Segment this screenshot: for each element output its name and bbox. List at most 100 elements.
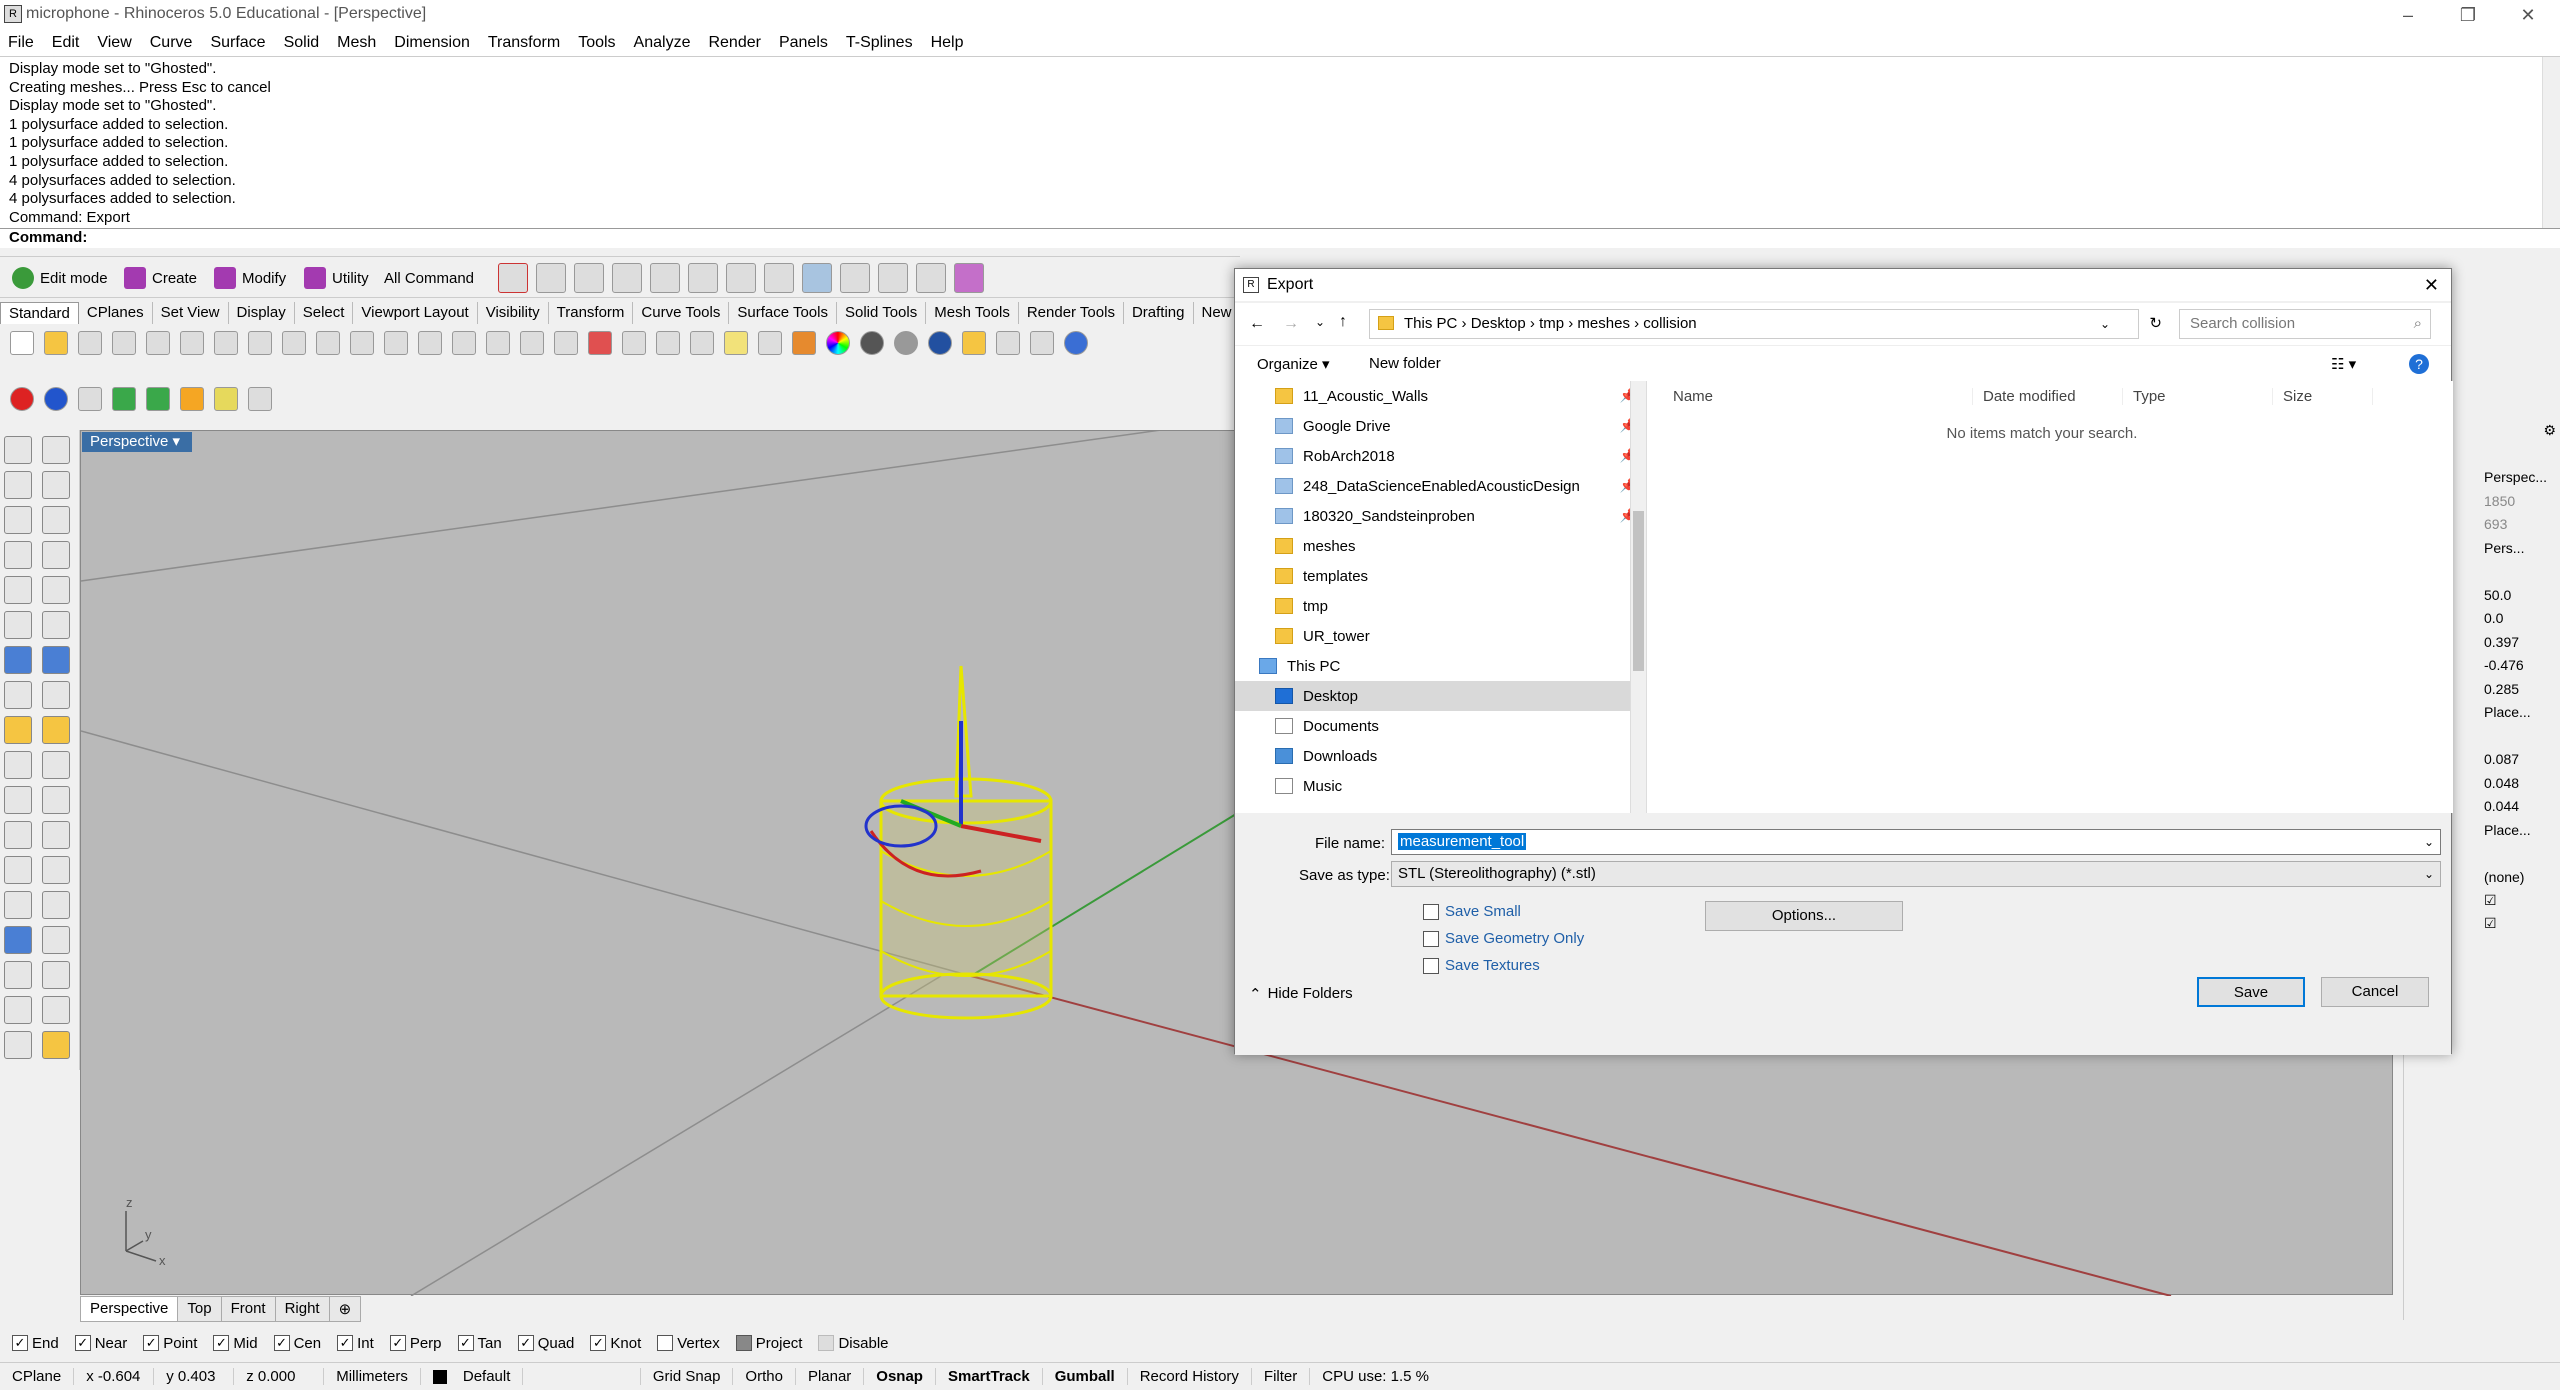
osnap-point[interactable]: ✓ Point [143, 1335, 197, 1352]
status-units[interactable]: Millimeters [324, 1368, 421, 1385]
tab-viewport-layout[interactable]: Viewport Layout [353, 302, 478, 324]
text-icon[interactable] [4, 856, 32, 884]
osnap-checkbox[interactable]: ✓ [12, 1335, 28, 1351]
tspline-icon[interactable] [112, 387, 136, 411]
block-icon[interactable] [42, 891, 70, 919]
all-command-button[interactable]: All Command [384, 263, 474, 293]
status-osnap[interactable]: Osnap [864, 1368, 936, 1385]
tab-set-view[interactable]: Set View [153, 302, 229, 324]
tab-top[interactable]: Top [177, 1296, 222, 1322]
cplane-icon[interactable] [656, 331, 680, 355]
osnap-tan[interactable]: ✓ Tan [457, 1335, 502, 1352]
chevron-down-icon[interactable]: ⌄ [2424, 862, 2434, 886]
menu-tsplines[interactable]: T-Splines [846, 34, 913, 52]
osnap-int[interactable]: ✓ Int [337, 1335, 374, 1352]
paint-icon[interactable] [42, 1031, 70, 1059]
save-geometry-only-checkbox[interactable] [1423, 930, 1439, 947]
menu-tools[interactable]: Tools [578, 34, 615, 52]
status-grid-snap[interactable]: Grid Snap [641, 1368, 734, 1385]
osnap-perp[interactable]: ✓ Perp [389, 1335, 442, 1352]
nav-item[interactable]: Desktop [1235, 681, 1646, 711]
status-gumball[interactable]: Gumball [1043, 1368, 1128, 1385]
array-icon[interactable] [42, 716, 70, 744]
nav-item[interactable]: templates [1235, 561, 1646, 591]
nav-item[interactable]: This PC [1235, 651, 1646, 681]
help-icon[interactable]: ? [2409, 354, 2429, 374]
options-icon[interactable] [962, 331, 986, 355]
microphone-model[interactable] [879, 665, 1053, 1020]
tab-cplanes[interactable]: CPlanes [79, 302, 153, 324]
tab-solid-tools[interactable]: Solid Tools [837, 302, 927, 324]
menu-edit[interactable]: Edit [52, 34, 80, 52]
organize-button[interactable]: Organize ▾ [1257, 355, 1330, 373]
polyline-icon[interactable] [4, 471, 32, 499]
select-arrow-icon[interactable] [4, 436, 32, 464]
arc-icon[interactable] [42, 506, 70, 534]
tspline-edit-icon[interactable] [146, 387, 170, 411]
point-icon[interactable] [690, 331, 714, 355]
status-filter[interactable]: Filter [1252, 1368, 1311, 1385]
gumball-icon[interactable] [42, 961, 70, 989]
zoom-icon[interactable] [384, 331, 408, 355]
axis-icon[interactable] [536, 263, 566, 293]
tab-drafting[interactable]: Drafting [1124, 302, 1194, 324]
color-wheel-icon[interactable] [826, 331, 850, 355]
tool-icon[interactable] [840, 263, 870, 293]
rectangle-icon[interactable] [4, 541, 32, 569]
minimize-button[interactable]: – [2378, 0, 2438, 30]
nav-item[interactable]: 248_DataScienceEnabledAcousticDesign 📌 [1235, 471, 1646, 501]
osnap-checkbox[interactable] [735, 1335, 752, 1351]
chevron-down-icon[interactable]: ⌄ [2100, 310, 2110, 338]
tab-surface-tools[interactable]: Surface Tools [729, 302, 837, 324]
save-small-option[interactable]: Save Small [1423, 903, 1521, 920]
point-icon[interactable] [42, 436, 70, 464]
menu-solid[interactable]: Solid [284, 34, 320, 52]
nav-item[interactable]: 180320_Sandsteinproben 📌 [1235, 501, 1646, 531]
red-sphere-icon[interactable] [10, 387, 34, 411]
globe-icon[interactable] [574, 263, 604, 293]
osnap-near[interactable]: ✓ Near [74, 1335, 127, 1352]
osnap-project[interactable]: Project [735, 1335, 802, 1352]
network-icon[interactable] [612, 263, 642, 293]
status-record-history[interactable]: Record History [1128, 1368, 1252, 1385]
copy-icon[interactable] [214, 331, 238, 355]
osnap-disable[interactable]: Disable [818, 1335, 889, 1352]
nav-item[interactable]: Google Drive 📌 [1235, 411, 1646, 441]
column-size[interactable]: Size [2273, 387, 2373, 405]
group-icon[interactable] [4, 891, 32, 919]
nav-item[interactable]: tmp [1235, 591, 1646, 621]
split-icon[interactable] [42, 821, 70, 849]
car-icon[interactable] [588, 331, 612, 355]
tab-front[interactable]: Front [220, 1296, 276, 1322]
menu-view[interactable]: View [97, 34, 131, 52]
tab-display[interactable]: Display [229, 302, 295, 324]
nav-scrollbar-thumb[interactable] [1633, 511, 1644, 671]
tab-curve-tools[interactable]: Curve Tools [633, 302, 730, 324]
cone-icon[interactable] [180, 387, 204, 411]
osnap-checkbox[interactable]: ✓ [517, 1335, 534, 1351]
back-arrow-icon[interactable]: ← [1249, 315, 1265, 333]
check-icon[interactable] [42, 996, 70, 1024]
breadcrumb-item[interactable]: collision [1643, 315, 1696, 332]
recent-locations-chevron-icon[interactable]: ⌄ [1315, 315, 1325, 329]
nav-item[interactable]: UR_tower [1235, 621, 1646, 651]
join-icon[interactable] [4, 786, 32, 814]
trim-icon[interactable] [4, 821, 32, 849]
view-options-icon[interactable]: ☷ ▾ [2331, 355, 2356, 373]
utility-button[interactable]: Utility [304, 263, 369, 293]
extend-icon[interactable] [42, 611, 70, 639]
osnap-cen[interactable]: ✓ Cen [273, 1335, 321, 1352]
create-button[interactable]: Create [124, 263, 197, 293]
box-icon[interactable] [4, 646, 32, 674]
material-sphere-icon[interactable] [894, 331, 918, 355]
analyze-icon[interactable] [4, 996, 32, 1024]
boolean-icon[interactable] [42, 646, 70, 674]
status-cplane[interactable]: CPlane [0, 1368, 75, 1385]
cylinder-icon[interactable] [78, 387, 102, 411]
command-prompt[interactable]: Command: [0, 228, 2560, 248]
loft-icon[interactable] [42, 681, 70, 709]
stop-icon[interactable] [498, 263, 528, 293]
menu-file[interactable]: File [8, 34, 34, 52]
osnap-checkbox[interactable]: ✓ [143, 1335, 160, 1351]
blue-sphere-icon[interactable] [44, 387, 68, 411]
